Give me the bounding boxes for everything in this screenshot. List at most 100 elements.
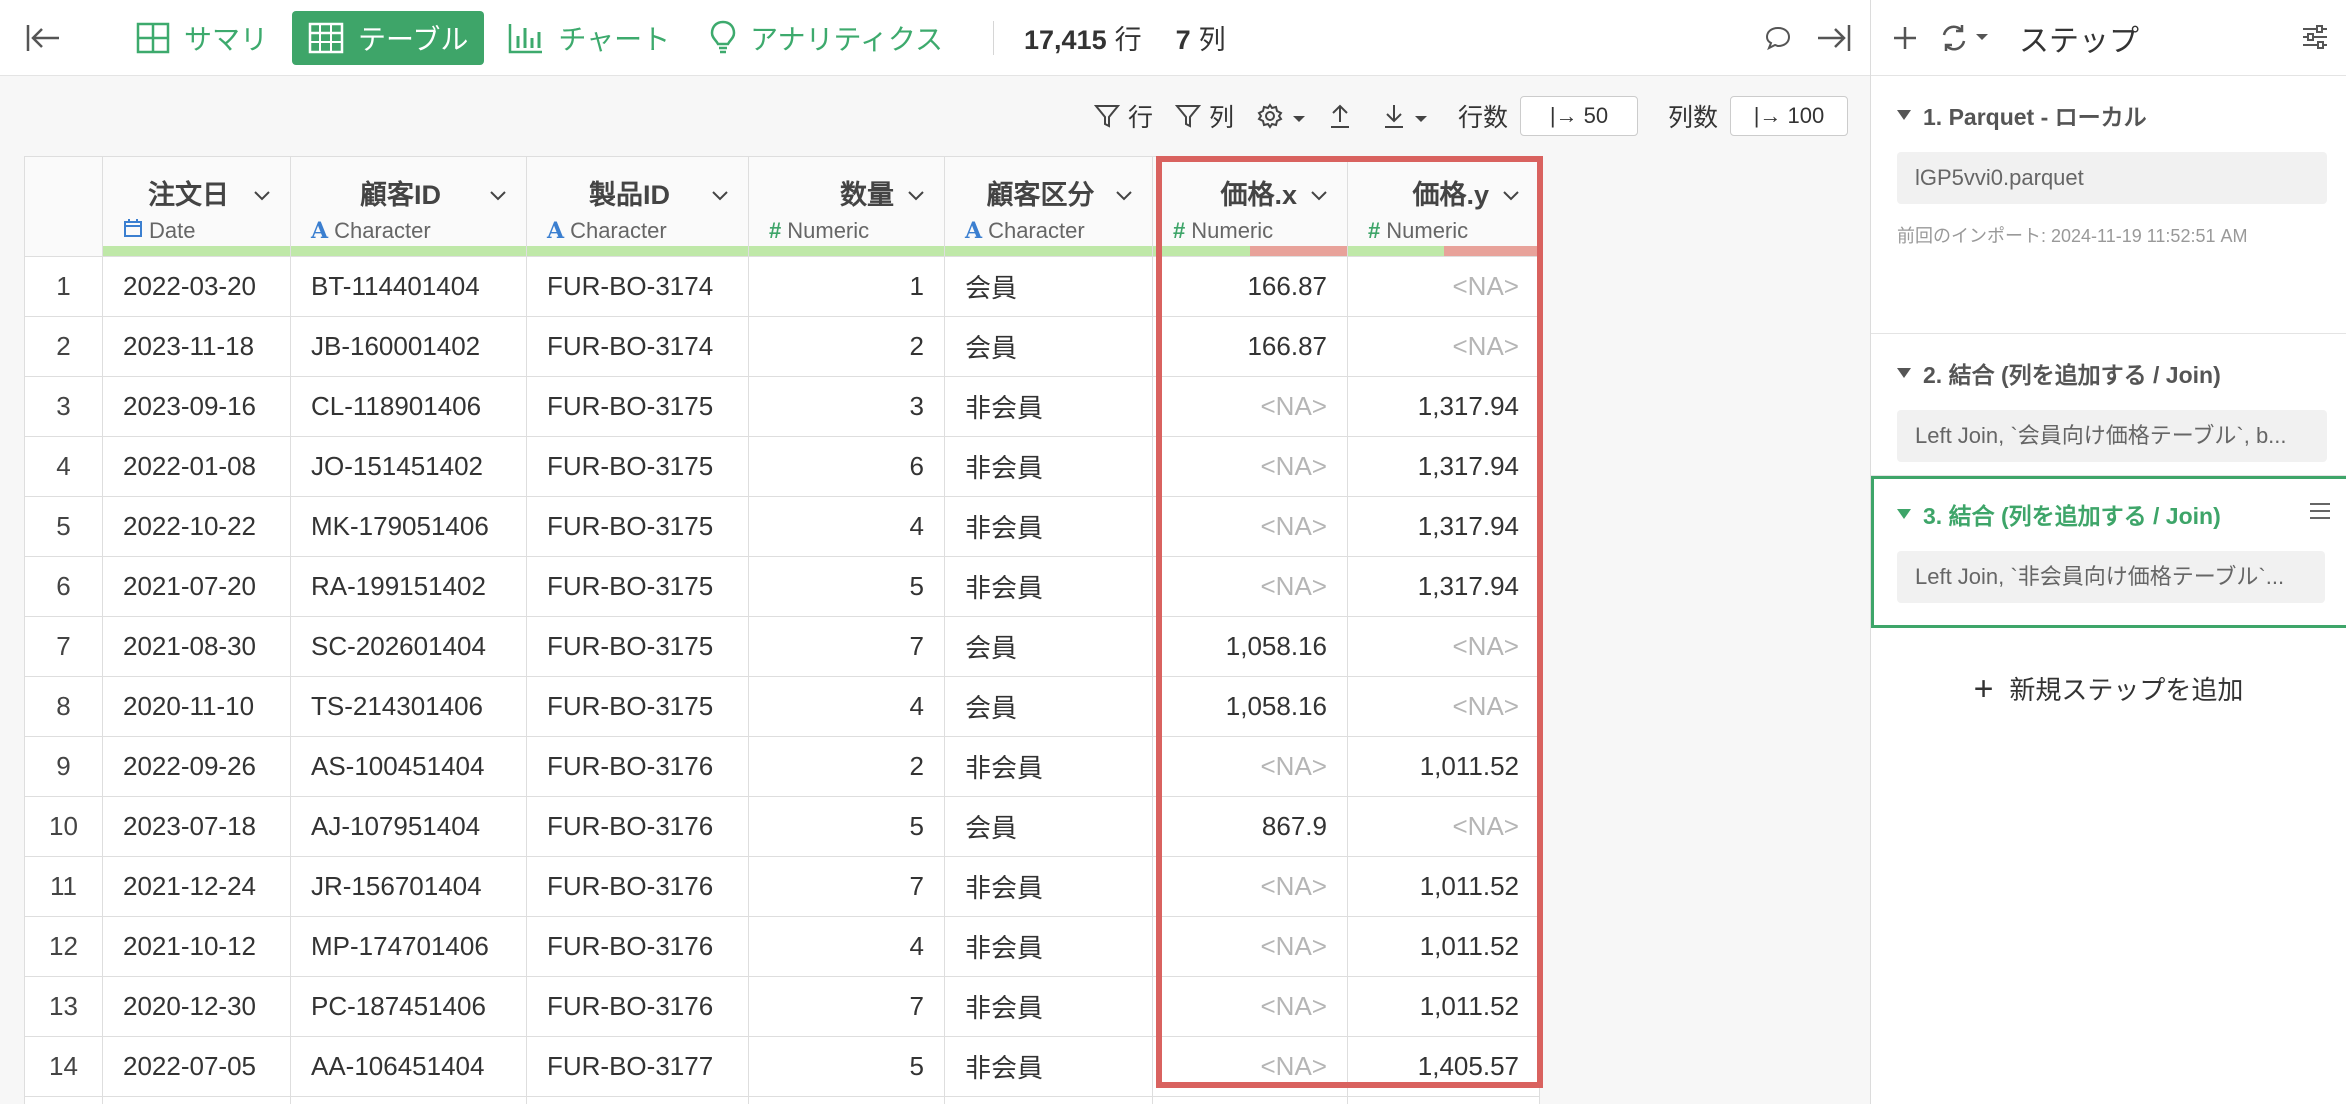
table-cell[interactable]: 1,058.16 bbox=[1152, 616, 1348, 677]
table-cell[interactable]: <NA> bbox=[1152, 736, 1348, 797]
collapse-triangle-icon[interactable] bbox=[1897, 368, 1911, 378]
view-table-button[interactable]: テーブル bbox=[292, 10, 485, 65]
table-cell[interactable]: 1,011.52 bbox=[1347, 916, 1540, 977]
step-1[interactable]: 1. Parquet - ローカル lGP5vvi0.parquet 前回のイン… bbox=[1871, 76, 2346, 334]
table-cell[interactable]: 1,011.52 bbox=[1347, 856, 1540, 917]
chevron-down-icon[interactable] bbox=[908, 177, 924, 208]
table-cell[interactable]: BT-114401404 bbox=[290, 256, 527, 317]
table-cell[interactable]: FUR-BO-3176 bbox=[526, 916, 749, 977]
table-cell[interactable]: 2021-10-12 bbox=[102, 916, 291, 977]
table-cell[interactable]: <NA> bbox=[1152, 556, 1348, 617]
table-cell[interactable]: <NA> bbox=[1152, 916, 1348, 977]
chevron-down-icon[interactable] bbox=[254, 177, 270, 208]
table-cell[interactable]: 4 bbox=[748, 676, 945, 737]
view-summary-button[interactable]: サマリ bbox=[120, 11, 284, 65]
table-cell[interactable]: 1 bbox=[748, 256, 945, 317]
table-cell[interactable]: <NA> bbox=[1152, 856, 1348, 917]
row-filter-button[interactable]: 行 bbox=[1093, 98, 1153, 134]
table-cell[interactable]: 2022-01-08 bbox=[102, 436, 291, 497]
table-cell[interactable]: 867.9 bbox=[1152, 796, 1348, 857]
table-cell[interactable]: 会員 bbox=[944, 616, 1153, 677]
table-cell[interactable]: 2021-12-24 bbox=[102, 856, 291, 917]
table-cell[interactable]: 2022-10-22 bbox=[102, 496, 291, 557]
row-number[interactable]: 8 bbox=[24, 676, 103, 737]
upload-button[interactable] bbox=[1328, 102, 1360, 130]
comment-icon[interactable] bbox=[1750, 10, 1806, 66]
table-cell[interactable]: 2021-07-20 bbox=[102, 556, 291, 617]
table-cell[interactable]: <NA> bbox=[1347, 796, 1540, 857]
table-cell[interactable]: TS-214301406 bbox=[290, 676, 527, 737]
collapse-right-icon[interactable] bbox=[1806, 10, 1862, 66]
table-cell[interactable]: 2023-07-18 bbox=[102, 796, 291, 857]
table-cell[interactable]: 1,317.94 bbox=[1347, 436, 1540, 497]
step-2[interactable]: 2. 結合 (列を追加する / Join) Left Join, `会員向け価格… bbox=[1871, 334, 2346, 476]
chevron-down-icon[interactable] bbox=[712, 177, 728, 208]
table-cell[interactable]: CL-118901406 bbox=[290, 376, 527, 437]
table-cell[interactable]: FUR-BO-3174 bbox=[526, 316, 749, 377]
table-cell[interactable]: 5 bbox=[748, 556, 945, 617]
table-cell[interactable]: 2023-09-16 bbox=[102, 376, 291, 437]
table-cell[interactable]: 5 bbox=[748, 1036, 945, 1097]
table-cell[interactable]: 会員 bbox=[944, 676, 1153, 737]
table-cell[interactable]: 4 bbox=[748, 916, 945, 977]
row-number[interactable]: 14 bbox=[24, 1036, 103, 1097]
table-cell[interactable]: RA-199151402 bbox=[290, 556, 527, 617]
table-cell[interactable]: 1,058.16 bbox=[1152, 676, 1348, 737]
refresh-icon[interactable] bbox=[1939, 23, 1989, 53]
table-cell[interactable]: <NA> bbox=[1152, 1036, 1348, 1097]
table-cell[interactable]: 1,317.94 bbox=[1347, 556, 1540, 617]
column-header[interactable]: 数量 # Numeric bbox=[748, 156, 945, 257]
table-cell[interactable]: 非会員 bbox=[944, 916, 1153, 977]
table-cell[interactable]: FUR-BO-3175 bbox=[526, 436, 749, 497]
table-cell[interactable]: 2022-09-26 bbox=[102, 736, 291, 797]
table-cell[interactable]: <NA> bbox=[1347, 676, 1540, 737]
row-number[interactable]: 10 bbox=[24, 796, 103, 857]
table-cell[interactable]: 2 bbox=[748, 316, 945, 377]
row-number[interactable]: 7 bbox=[24, 616, 103, 677]
column-header[interactable]: 顧客区分 A Character bbox=[944, 156, 1153, 257]
table-cell[interactable]: 166.87 bbox=[1152, 316, 1348, 377]
table-cell[interactable]: 3 bbox=[748, 376, 945, 437]
row-number[interactable]: 3 bbox=[24, 376, 103, 437]
table-cell[interactable]: 4 bbox=[748, 496, 945, 557]
view-chart-button[interactable]: チャート bbox=[492, 11, 686, 65]
table-cell[interactable]: AS-100451404 bbox=[290, 736, 527, 797]
table-cell[interactable]: 166.87 bbox=[1152, 256, 1348, 317]
table-cell[interactable]: JO-151451402 bbox=[290, 436, 527, 497]
step-3[interactable]: 3. 結合 (列を追加する / Join) Left Join, `非会員向け価… bbox=[1871, 476, 2346, 628]
table-cell[interactable]: 1,317.94 bbox=[1347, 376, 1540, 437]
row-number[interactable]: 4 bbox=[24, 436, 103, 497]
collapse-triangle-icon[interactable] bbox=[1897, 110, 1911, 120]
table-cell[interactable]: PC-187451406 bbox=[290, 976, 527, 1037]
sliders-icon[interactable] bbox=[2300, 22, 2330, 57]
table-cell[interactable]: 7 bbox=[748, 856, 945, 917]
table-cell[interactable]: 1,317.94 bbox=[1347, 496, 1540, 557]
table-cell[interactable]: FUR-BO-3174 bbox=[526, 256, 749, 317]
row-number[interactable]: 12 bbox=[24, 916, 103, 977]
row-number[interactable]: 13 bbox=[24, 976, 103, 1037]
rows-input[interactable]: |→ 50 bbox=[1519, 96, 1638, 136]
columns-input[interactable]: |→ 100 bbox=[1730, 96, 1848, 136]
table-cell[interactable]: 2 bbox=[748, 736, 945, 797]
row-number[interactable]: 9 bbox=[24, 736, 103, 797]
table-cell[interactable]: 非会員 bbox=[944, 976, 1153, 1037]
row-number[interactable]: 2 bbox=[24, 316, 103, 377]
table-cell[interactable]: 5 bbox=[748, 796, 945, 857]
table-cell[interactable]: MK-179051406 bbox=[290, 496, 527, 557]
table-cell[interactable]: <NA> bbox=[1347, 616, 1540, 677]
table-cell[interactable]: 1,011.52 bbox=[1347, 736, 1540, 797]
table-cell[interactable]: FUR-BO-3175 bbox=[526, 496, 749, 557]
row-number[interactable]: 6 bbox=[24, 556, 103, 617]
column-header[interactable]: 注文日 Date bbox=[102, 156, 291, 257]
table-cell[interactable]: JB-160001402 bbox=[290, 316, 527, 377]
table-cell[interactable]: <NA> bbox=[1347, 256, 1540, 317]
table-cell[interactable]: <NA> bbox=[1152, 496, 1348, 557]
table-cell[interactable]: FUR-BO-3175 bbox=[526, 676, 749, 737]
table-cell[interactable]: FUR-BO-3176 bbox=[526, 736, 749, 797]
row-number[interactable]: 11 bbox=[24, 856, 103, 917]
table-cell[interactable]: 2023-11-18 bbox=[102, 316, 291, 377]
column-header[interactable]: 製品ID A Character bbox=[526, 156, 749, 257]
column-header[interactable]: 顧客ID A Character bbox=[290, 156, 527, 257]
table-cell[interactable]: AA-106451404 bbox=[290, 1036, 527, 1097]
table-cell[interactable]: <NA> bbox=[1152, 436, 1348, 497]
